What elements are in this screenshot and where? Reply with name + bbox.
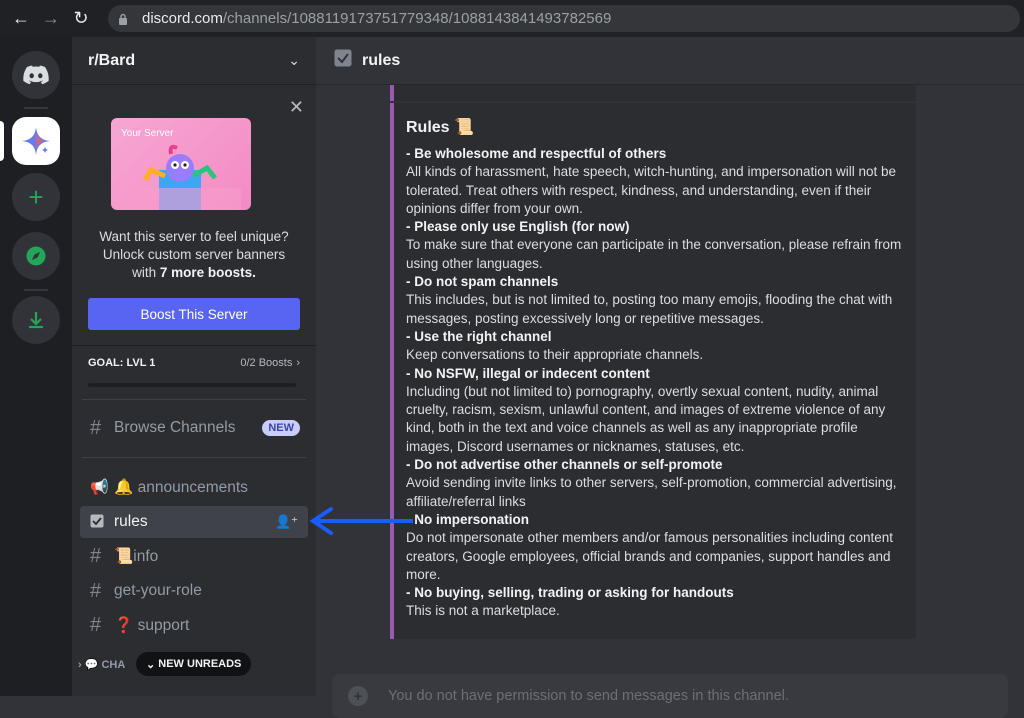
rule-heading: - Be wholesome and respectful of others: [406, 146, 667, 161]
channel-get-your-role[interactable]: # get-your-role: [80, 575, 308, 607]
rule-heading: - Do not spam channels: [406, 274, 559, 290]
chat-category-label: CHA: [101, 659, 126, 671]
boost-count-text: 7 more boosts.: [159, 265, 256, 280]
rule-body: Do not impersonate other members and/or …: [406, 530, 894, 582]
url-host: discord.com: [142, 10, 223, 27]
discord-home-icon[interactable]: [12, 51, 60, 99]
url-path: /channels/1088119173751779348/1088143841…: [222, 10, 612, 27]
channel-label: 📜info: [114, 547, 159, 565]
new-unreads-label: NEW UNREADS: [158, 658, 242, 670]
rules-embed: Rules 📜 - Be wholesome and respectful of…: [390, 103, 916, 639]
message-composer[interactable]: + You do not have permission to send mes…: [332, 674, 1008, 718]
channel-header: rules: [316, 37, 1024, 85]
channel-title: rules: [362, 51, 401, 69]
channel-label: 🔔 announcements: [114, 478, 248, 496]
hash-icon: #: [90, 579, 102, 602]
boost-text-line: with 7 more boosts.: [88, 264, 300, 282]
megaphone-icon: 📢: [90, 479, 109, 496]
rule-body: This is not a marketplace.: [406, 603, 560, 619]
boost-promo-card: ✕ Your Server Want this server to feel u…: [72, 85, 316, 375]
new-unreads-button[interactable]: ⌄ NEW UNREADS: [136, 652, 252, 676]
channel-announcements[interactable]: 📢 🔔 announcements: [80, 471, 308, 503]
rule-heading: - No NSFW, illegal or indecent content: [406, 365, 650, 381]
channel-info[interactable]: # 📜info: [80, 540, 308, 572]
embed-title: Rules 📜: [406, 119, 474, 136]
rule-heading: - Do not advertise other channels or sel…: [406, 457, 723, 473]
chevron-down-icon: ⌄: [288, 52, 300, 68]
server-header[interactable]: r/Bard ⌄: [72, 37, 316, 85]
rail-separator: [24, 107, 48, 109]
browse-channels-label: Browse Channels: [114, 419, 236, 436]
channel-support[interactable]: # ❓ support: [80, 609, 308, 641]
explore-servers-icon[interactable]: [12, 232, 60, 280]
hash-icon: #: [90, 613, 102, 636]
invite-member-icon[interactable]: 👤⁺: [275, 514, 298, 530]
forward-icon[interactable]: →: [36, 4, 66, 34]
rule-body: Including (but not limited to) pornograp…: [406, 383, 886, 454]
selected-server-pill: [0, 121, 4, 161]
plus-icon[interactable]: +: [348, 686, 368, 706]
boost-description: Want this server to feel unique? Unlock …: [88, 228, 300, 282]
browse-channels-icon: #: [90, 416, 102, 439]
divider: [82, 457, 306, 458]
rule-body: This includes, but is not limited to, po…: [406, 292, 893, 326]
rule-body: To make sure that everyone can participa…: [406, 237, 902, 271]
back-icon[interactable]: ←: [6, 4, 36, 34]
boost-text-line: Unlock custom server banners: [102, 247, 286, 262]
rule-body: Avoid sending invite links to other serv…: [406, 475, 897, 509]
channel-sidebar: r/Bard ⌄ ✕ Your Server Want this server …: [72, 37, 316, 696]
rule-heading: - No buying, selling, trading or asking …: [406, 585, 734, 601]
boost-text-line: Want this server to feel unique?: [99, 229, 289, 244]
goal-label: GOAL: LVL 1: [88, 357, 156, 369]
rule-heading: - No impersonation: [406, 511, 530, 527]
main-content: rules Rules 📜 - Be wholesome and respect…: [316, 37, 1024, 718]
hash-icon: #: [90, 544, 102, 567]
divider: [82, 399, 306, 400]
divider: [72, 345, 316, 346]
server-name: r/Bard: [88, 51, 136, 69]
close-icon[interactable]: ✕: [289, 97, 304, 118]
server-banner-illustration: Your Server: [111, 118, 251, 210]
browse-channels-item[interactable]: # Browse Channels NEW: [80, 412, 308, 444]
boost-goal-row[interactable]: GOAL: LVL 1 0/2 Boosts ›: [88, 357, 300, 369]
rail-separator: [24, 289, 48, 291]
download-apps-icon[interactable]: [12, 296, 60, 344]
channel-label: ❓ support: [114, 616, 190, 634]
goal-count: 0/2 Boosts: [240, 357, 293, 369]
reload-icon[interactable]: ↻: [66, 4, 96, 34]
rules-list: - Be wholesome and respectful of others A…: [406, 145, 904, 621]
rule-heading: - Please only use English (for now): [406, 219, 630, 235]
channel-label: get-your-role: [114, 582, 202, 599]
boost-text-prefix: with: [132, 265, 160, 280]
rules-checkbox-icon: [90, 511, 114, 534]
channel-rules[interactable]: rules 👤⁺: [80, 506, 308, 538]
previous-embed-edge: [390, 85, 916, 101]
boost-progress-bar: [88, 383, 296, 387]
chat-category[interactable]: › 💬 CHA: [78, 658, 125, 671]
add-server-icon[interactable]: +: [12, 173, 60, 221]
rule-heading: - Use the right channel: [406, 328, 552, 344]
rules-checkbox-icon: [334, 49, 352, 72]
composer-placeholder: You do not have permission to send messa…: [388, 688, 789, 704]
bard-server-icon[interactable]: [12, 117, 60, 165]
channel-label: rules: [114, 513, 148, 530]
address-bar[interactable]: discord.com/channels/1088119173751779348…: [108, 5, 1020, 32]
chevron-right-icon: ›: [296, 357, 300, 369]
lock-icon: [118, 12, 132, 26]
rule-body: Keep conversations to their appropriate …: [406, 347, 704, 363]
boost-server-button[interactable]: Boost This Server: [88, 298, 300, 330]
browser-toolbar: ← → ↻ discord.com/channels/1088119173751…: [0, 0, 1024, 37]
annotation-arrow: [309, 507, 413, 535]
new-badge: NEW: [262, 420, 300, 436]
rule-body: All kinds of harassment, hate speech, wi…: [406, 164, 897, 216]
server-rail: +: [0, 37, 72, 696]
